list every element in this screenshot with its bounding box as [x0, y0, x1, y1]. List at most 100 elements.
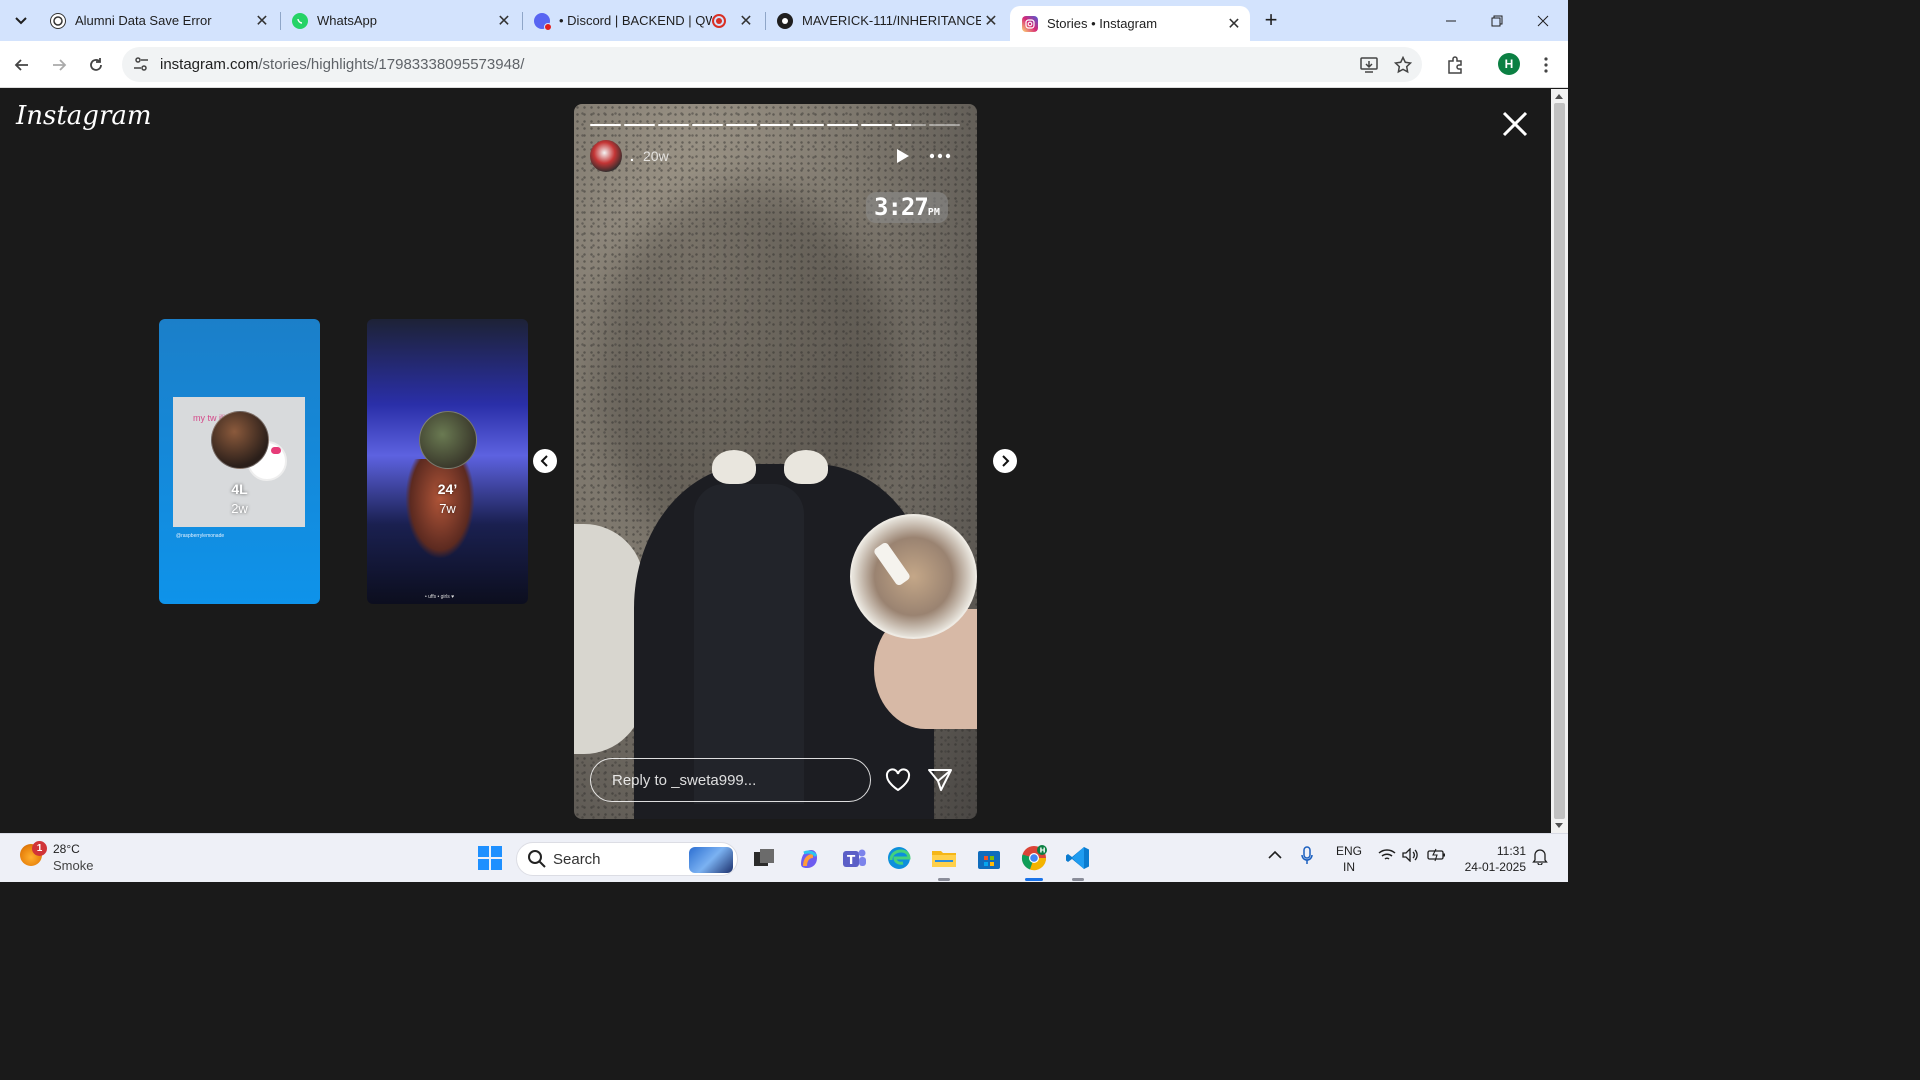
instagram-icon	[1022, 15, 1038, 32]
speaker-icon	[1402, 847, 1418, 863]
story-preview-previous-1[interactable]: • uffs • girls ♥ 24’ 7w	[367, 319, 528, 604]
extensions-button[interactable]	[1441, 51, 1469, 79]
story-play-button[interactable]	[892, 146, 912, 166]
story-progress-segment	[861, 124, 893, 126]
story-username[interactable]: .	[630, 148, 634, 164]
file-explorer-button[interactable]	[930, 844, 958, 872]
close-window-button[interactable]	[1520, 0, 1566, 41]
edge-button[interactable]	[885, 844, 913, 872]
reload-icon	[90, 58, 102, 71]
tab-title: • Discord | BACKEND | QWE	[559, 13, 712, 28]
tab-close-button[interactable]: ✕	[252, 11, 272, 31]
next-story-button[interactable]	[993, 449, 1017, 473]
chevron-right-icon	[1002, 455, 1010, 467]
profile-avatar[interactable]: H	[1498, 53, 1520, 75]
tab-close-button[interactable]: ✕	[1224, 14, 1244, 34]
taskbar-search-box[interactable]: Search	[516, 842, 738, 876]
story-preview-credit: @raspberrylemonade	[176, 533, 225, 539]
chatgpt-icon	[50, 12, 66, 29]
time-sticker-ampm: PM	[927, 207, 940, 218]
tab-title: Stories • Instagram	[1047, 16, 1158, 31]
story-share-button[interactable]	[927, 768, 953, 792]
search-icon	[528, 850, 546, 868]
story-progress-segment	[793, 124, 825, 126]
story-reply-input[interactable]	[591, 759, 870, 801]
chrome-icon: H	[1021, 845, 1047, 871]
story-photo-coffee-cup	[850, 514, 977, 639]
chevron-up-icon	[1268, 850, 1282, 859]
volume-button[interactable]	[1402, 847, 1420, 865]
install-app-button[interactable]	[1355, 51, 1383, 79]
story-progress-fill	[759, 124, 791, 126]
story-age: 20w	[643, 148, 669, 164]
running-indicator	[938, 878, 950, 881]
battery-button[interactable]	[1427, 848, 1447, 865]
scrollbar-thumb[interactable]	[1554, 103, 1565, 819]
vscode-button[interactable]	[1064, 844, 1092, 872]
story-progress-segment	[759, 124, 791, 126]
battery-icon	[1427, 848, 1445, 862]
microsoft-store-button[interactable]	[975, 844, 1003, 872]
story-progress-fill	[827, 124, 859, 126]
back-button[interactable]	[8, 51, 36, 79]
story-progress-segment	[725, 124, 757, 126]
story-progress-segment	[929, 124, 960, 126]
story-viewer[interactable]: . 20w 3:27PM	[574, 104, 977, 819]
story-reply-field[interactable]	[590, 758, 871, 802]
forward-button[interactable]	[45, 51, 73, 79]
tab-close-button[interactable]: ✕	[736, 11, 756, 31]
story-progress-segment	[895, 124, 927, 126]
input-language-indicator[interactable]: ENG IN	[1336, 843, 1362, 875]
close-stories-button[interactable]	[1500, 109, 1530, 139]
tab-close-button[interactable]: ✕	[981, 11, 1001, 31]
teams-button[interactable]: T	[840, 844, 868, 872]
instagram-logo[interactable]: Instagram	[16, 101, 152, 131]
story-photo-shoe-left	[712, 450, 756, 484]
story-more-options-button[interactable]	[928, 144, 952, 168]
bell-icon	[1532, 849, 1548, 866]
microphone-button[interactable]	[1300, 846, 1314, 869]
clock-time: 11:31	[1496, 844, 1526, 858]
tab-whatsapp[interactable]: WhatsApp ✕	[280, 0, 520, 41]
tab-instagram[interactable]: Stories • Instagram ✕	[1010, 6, 1250, 41]
copilot-button[interactable]	[795, 844, 823, 872]
system-clock[interactable]: 11:31 24-01-2025	[1458, 843, 1526, 875]
story-user-avatar[interactable]	[590, 140, 622, 172]
weather-temperature: 28°C	[53, 842, 80, 856]
chrome-taskbar-button[interactable]: H	[1020, 844, 1048, 872]
browser-menu-button[interactable]	[1532, 51, 1560, 79]
page-scrollbar[interactable]	[1551, 89, 1568, 833]
start-button[interactable]	[476, 844, 504, 872]
new-tab-button[interactable]: +	[1259, 8, 1283, 32]
story-progress-bar	[590, 124, 960, 126]
task-view-button[interactable]	[750, 844, 778, 872]
play-icon	[897, 149, 909, 163]
url-text[interactable]: instagram.com/stories/highlights/1798333…	[160, 56, 524, 73]
time-sticker: 3:27PM	[866, 192, 948, 223]
restore-button[interactable]	[1474, 0, 1520, 41]
minimize-button[interactable]	[1428, 0, 1474, 41]
notifications-button[interactable]	[1532, 847, 1548, 868]
restore-icon	[1491, 15, 1503, 26]
story-like-button[interactable]	[885, 768, 911, 792]
bookmark-button[interactable]	[1389, 51, 1417, 79]
recording-icon	[712, 13, 726, 28]
network-button[interactable]	[1378, 848, 1396, 865]
store-icon	[978, 851, 1000, 869]
scroll-up-arrow-icon[interactable]	[1555, 94, 1563, 99]
site-info-icon[interactable]	[132, 55, 150, 73]
language-code: ENG	[1336, 844, 1363, 858]
previous-story-button[interactable]	[533, 449, 557, 473]
tab-search-button[interactable]	[8, 8, 34, 34]
show-hidden-icons-button[interactable]	[1268, 848, 1282, 863]
omnibox[interactable]: instagram.com/stories/highlights/1798333…	[122, 47, 1422, 82]
tab-close-button[interactable]: ✕	[494, 11, 514, 31]
tab-discord[interactable]: • Discord | BACKEND | QWE ✕	[522, 0, 762, 41]
reload-button[interactable]	[82, 51, 110, 79]
story-progress-fill	[590, 124, 621, 126]
tab-alumni-data[interactable]: Alumni Data Save Error ✕	[38, 0, 278, 41]
scroll-down-arrow-icon[interactable]	[1555, 823, 1563, 828]
tab-github[interactable]: MAVERICK-111/INHERITANCE ✕	[765, 0, 1007, 41]
svg-text:H: H	[1040, 847, 1046, 855]
story-preview-previous-2[interactable]: my tw ilities @raspberrylemonade 4L 2w	[159, 319, 320, 604]
